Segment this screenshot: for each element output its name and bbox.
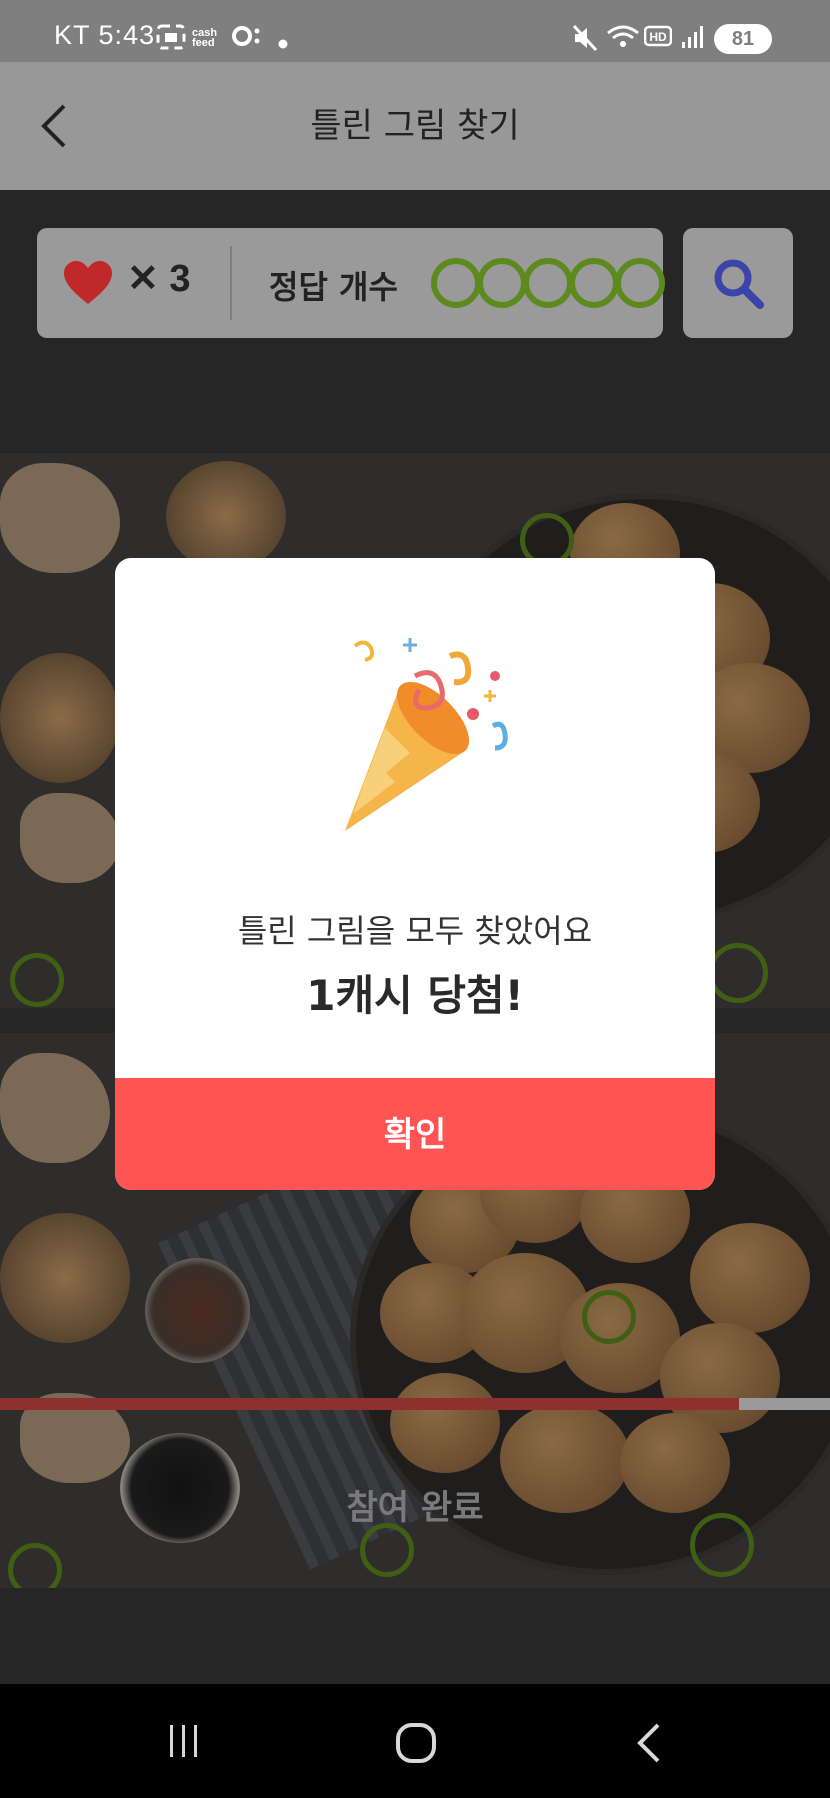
modal-message: 틀린 그림을 모두 찾았어요 [237, 912, 593, 950]
modal-reward-text: 1캐시 당첨! [306, 971, 524, 1020]
home-icon [396, 1723, 436, 1763]
recent-apps-icon [170, 1725, 197, 1757]
system-nav-bar [0, 1684, 830, 1798]
confirm-button[interactable]: 확인 [115, 1078, 715, 1190]
recent-apps-button[interactable] [124, 1684, 244, 1798]
party-popper-icon [315, 636, 535, 856]
home-button[interactable] [354, 1684, 474, 1798]
back-icon [637, 1723, 660, 1763]
back-nav-button[interactable] [590, 1684, 710, 1798]
success-modal: 틀린 그림을 모두 찾았어요 1캐시 당첨! 확인 [115, 558, 715, 1190]
